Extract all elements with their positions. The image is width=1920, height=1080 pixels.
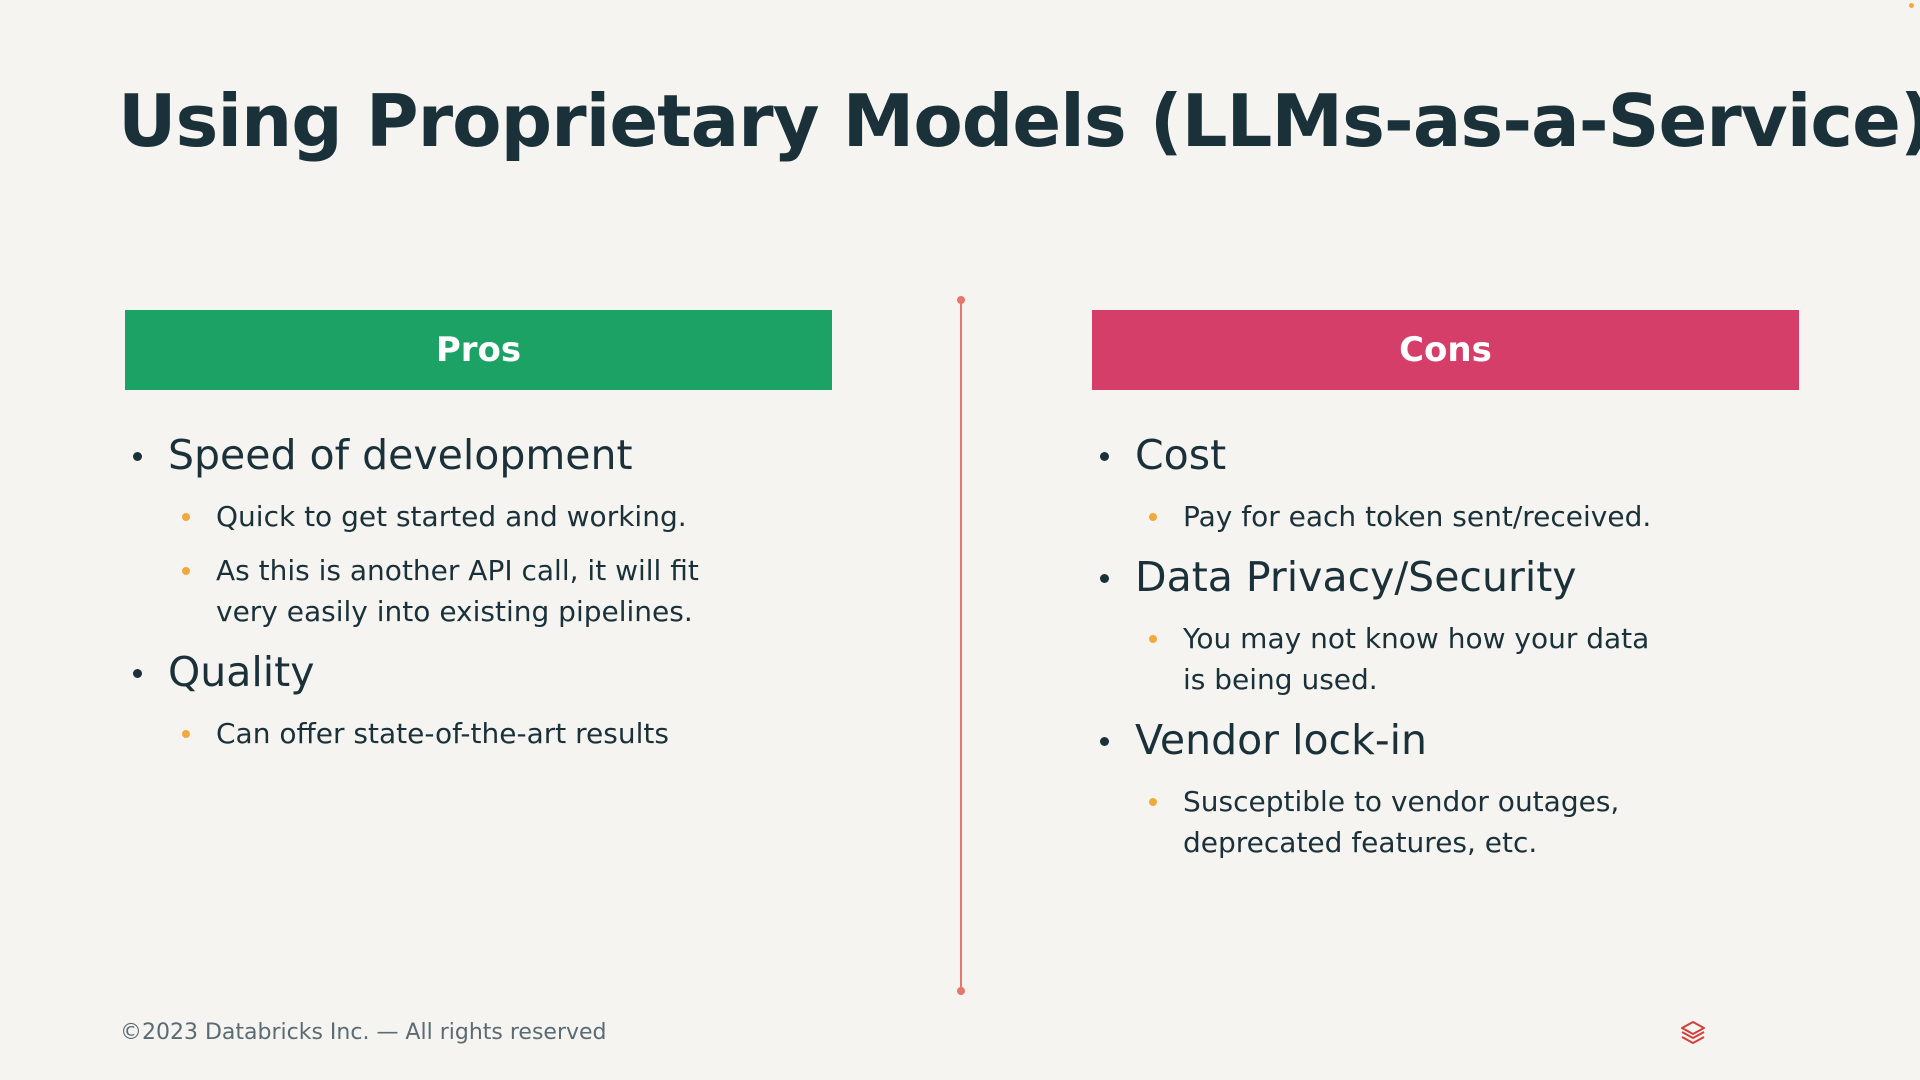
cons-sub-item: You may not know how your data is being … [1092, 618, 1663, 700]
cons-sub-list: Susceptible to vendor outages, deprecate… [1092, 781, 1799, 863]
cons-header: Cons [1092, 310, 1799, 390]
cons-item-label: Cost [1092, 428, 1799, 482]
pros-item-quality: Quality Can offer state-of-the-art resul… [125, 645, 832, 754]
pros-header: Pros [125, 310, 832, 390]
pros-sub-item: Quick to get started and working. [125, 496, 832, 537]
column-divider [960, 300, 962, 992]
cons-item-privacy: Data Privacy/Security You may not know h… [1092, 550, 1799, 700]
pros-item-label: Quality [125, 645, 832, 699]
cons-sub-list: You may not know how your data is being … [1092, 618, 1799, 700]
pros-sub-item: As this is another API call, it will fit… [125, 550, 756, 632]
cons-header-label: Cons [1399, 330, 1492, 370]
pros-sub-list: Quick to get started and working. As thi… [125, 496, 832, 632]
cons-sub-list: Pay for each token sent/received. [1092, 496, 1799, 537]
cons-item-label: Data Privacy/Security [1092, 550, 1799, 604]
cons-item-vendor: Vendor lock-in Susceptible to vendor out… [1092, 713, 1799, 863]
footer-copyright: ©2023 Databricks Inc. — All rights reser… [120, 1020, 607, 1045]
cons-sub-item: Pay for each token sent/received. [1092, 496, 1799, 537]
corner-accent-dot [1909, 3, 1914, 8]
pros-header-label: Pros [435, 330, 522, 370]
cons-column: Cons Cost Pay for each token sent/receiv… [1092, 310, 1799, 876]
pros-item-label: Speed of development [125, 428, 832, 482]
pros-item-speed: Speed of development Quick to get starte… [125, 428, 832, 632]
pros-sub-list: Can offer state-of-the-art results [125, 713, 832, 754]
cons-item-label: Vendor lock-in [1092, 713, 1799, 767]
cons-item-cost: Cost Pay for each token sent/received. [1092, 428, 1799, 537]
slide-title: Using Proprietary Models (LLMs-as-a-Serv… [118, 79, 1920, 163]
divider-bottom-dot [957, 987, 965, 995]
databricks-logo-icon [1679, 1019, 1707, 1047]
pros-sub-item: Can offer state-of-the-art results [125, 713, 832, 754]
pros-column: Pros Speed of development Quick to get s… [125, 310, 832, 767]
pros-list: Speed of development Quick to get starte… [125, 428, 832, 754]
divider-top-dot [957, 296, 965, 304]
cons-sub-item: Susceptible to vendor outages, deprecate… [1092, 781, 1693, 863]
cons-list: Cost Pay for each token sent/received. D… [1092, 428, 1799, 863]
